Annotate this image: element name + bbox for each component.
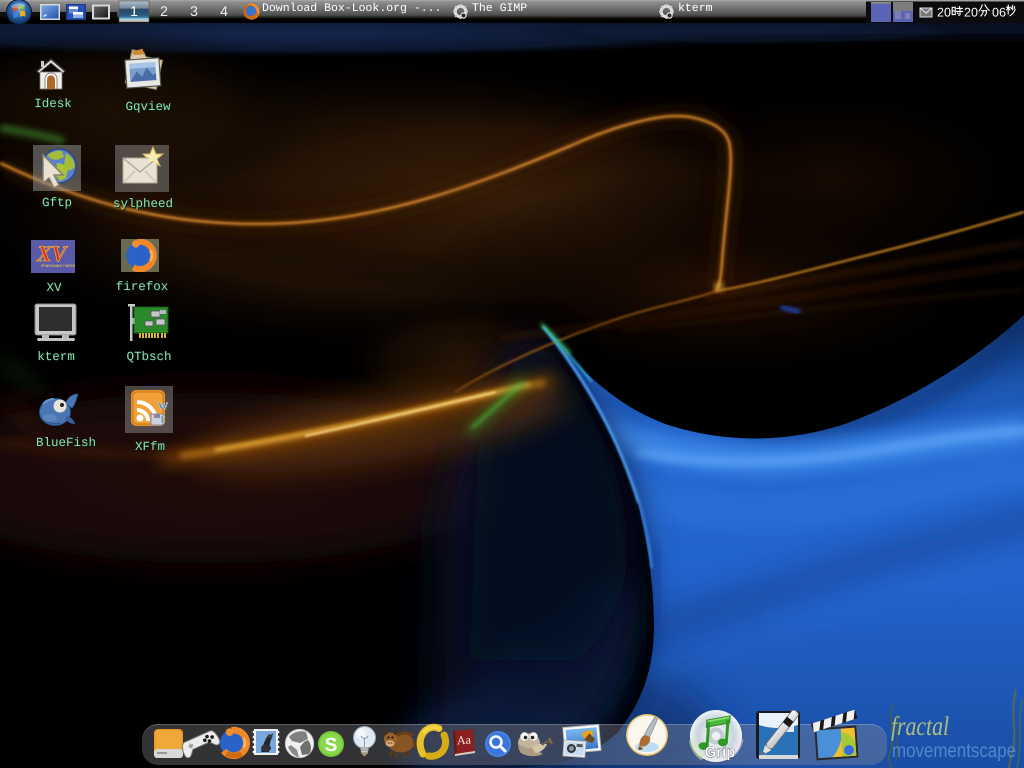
svg-text:w: w bbox=[158, 398, 169, 413]
svg-text:06: 06 bbox=[992, 6, 1006, 20]
svg-text:t: t bbox=[160, 412, 165, 427]
svg-text:1: 1 bbox=[130, 3, 138, 19]
svg-text:Grip: Grip bbox=[705, 744, 736, 761]
svg-text:2: 2 bbox=[160, 3, 168, 19]
svg-text:Aa: Aa bbox=[457, 733, 472, 748]
svg-text:20: 20 bbox=[937, 6, 951, 20]
svg-text:movementscape: movementscape bbox=[892, 740, 1016, 762]
svg-text:20: 20 bbox=[964, 6, 978, 20]
svg-text:4: 4 bbox=[220, 3, 228, 19]
svg-text:shareware notice: shareware notice bbox=[41, 263, 75, 268]
svg-text:3: 3 bbox=[190, 3, 198, 19]
svg-text:S: S bbox=[325, 735, 338, 756]
